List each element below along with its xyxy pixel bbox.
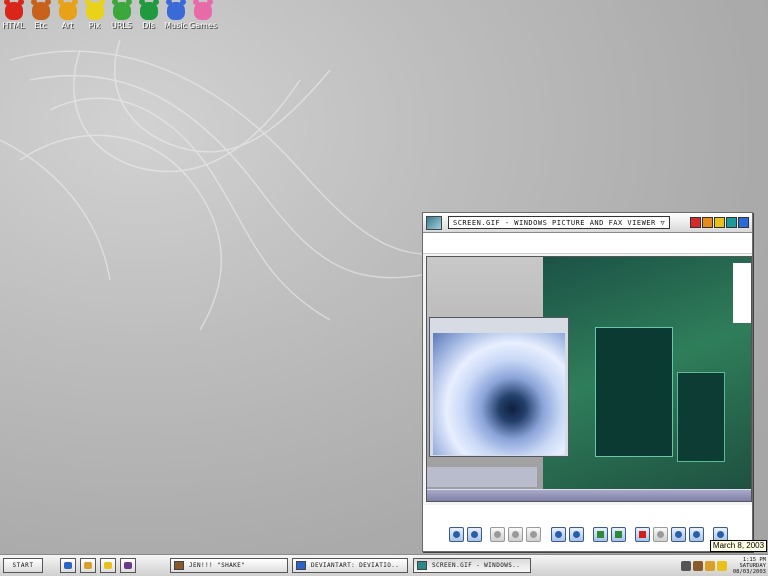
picture-viewer-window: SCREEN.GIF - WINDOWS PICTURE AND FAX VIE… xyxy=(422,212,753,552)
delete-button[interactable] xyxy=(635,527,650,542)
mushroom-icon xyxy=(30,0,51,20)
rotate-counterclockwise-button[interactable] xyxy=(611,527,626,542)
desktop-icon-pix[interactable]: Pix xyxy=(81,0,108,30)
desktop-icon-label: Etc xyxy=(34,21,47,30)
pink-pig-icon xyxy=(192,0,213,20)
screenshot-lower-bar xyxy=(427,467,537,487)
flower-image xyxy=(433,333,565,455)
viewer-toolbar xyxy=(423,505,752,551)
outlook-express-icon[interactable] xyxy=(80,558,96,573)
desktop-icons: HTML Etc Art Pix URLS DIs Music Games xyxy=(0,0,217,30)
screenshot-content-panel xyxy=(595,327,673,457)
desktop-icon-label: Music xyxy=(164,21,187,30)
edit-button[interactable] xyxy=(689,527,704,542)
window-buttons xyxy=(690,217,749,228)
viewer-title-bar[interactable]: SCREEN.GIF - WINDOWS PICTURE AND FAX VIE… xyxy=(423,213,752,233)
start-button[interactable]: START xyxy=(3,558,43,573)
task-label: DEVIANTART: DEVIATIO.. xyxy=(311,562,400,569)
folder-icon xyxy=(174,561,184,570)
green-invader-icon xyxy=(111,0,132,20)
desktop-icon-art[interactable]: Art xyxy=(54,0,81,30)
zoom-in-button[interactable] xyxy=(551,527,566,542)
title-dropdown-icon[interactable]: ▽ xyxy=(660,219,665,227)
screenshot-flower-window xyxy=(429,317,569,457)
internet-explorer-icon[interactable] xyxy=(60,558,76,573)
previous-image-button[interactable] xyxy=(449,527,464,542)
minimize-button[interactable] xyxy=(702,217,713,228)
shade-button[interactable] xyxy=(726,217,737,228)
next-image-button[interactable] xyxy=(467,527,482,542)
taskbar: START JEN!!! "SHAKE" DEVIANTART: DEVIATI… xyxy=(0,554,768,576)
desktop-icon-label: Pix xyxy=(88,21,101,30)
task-label: SCREEN.GIF - WINDOWS.. xyxy=(432,562,521,569)
task-label: JEN!!! "SHAKE" xyxy=(189,562,246,569)
slideshow-button[interactable] xyxy=(526,527,541,542)
actual-size-button[interactable] xyxy=(508,527,523,542)
desktop-icon-games[interactable]: Games xyxy=(189,0,217,30)
monitor-icon[interactable] xyxy=(680,561,691,571)
system-tray: 1:15 PM SATURDAY 08/03/2003 xyxy=(680,557,766,575)
clock-date: 08/03/2003 xyxy=(732,569,766,575)
picture-viewer-icon xyxy=(417,561,427,570)
shield-icon[interactable] xyxy=(704,561,715,571)
zoom-out-button[interactable] xyxy=(569,527,584,542)
desktop-icon-label: Games xyxy=(189,21,217,30)
crown-creature-icon xyxy=(57,0,78,20)
viewer-image xyxy=(426,256,752,502)
taskbar-item-deviantart[interactable]: DEVIANTART: DEVIATIO.. xyxy=(292,558,408,573)
desktop-icon-label: URLS xyxy=(111,21,132,30)
desktop-icon-urls[interactable]: URLS xyxy=(108,0,135,30)
viewer-title: SCREEN.GIF - WINDOWS PICTURE AND FAX VIE… xyxy=(448,216,671,229)
date-tooltip: March 8, 2003 xyxy=(710,540,767,552)
browser-icon xyxy=(296,561,306,570)
desktop-icon-dis[interactable]: DIs xyxy=(135,0,162,30)
screenshot-white-box xyxy=(733,263,751,323)
screenshot-side-panel xyxy=(677,372,725,462)
viewer-app-icon[interactable] xyxy=(426,215,442,230)
best-fit-button[interactable] xyxy=(490,527,505,542)
viewer-title-text: SCREEN.GIF - WINDOWS PICTURE AND FAX VIE… xyxy=(453,219,656,227)
desktop-icon-label: DIs xyxy=(142,21,155,30)
desktop-icon-html[interactable]: HTML xyxy=(0,0,27,30)
alert-icon[interactable] xyxy=(716,561,727,571)
screenshot-taskbar xyxy=(427,489,751,501)
media-icon[interactable] xyxy=(120,558,136,573)
desktop-icon-label: Art xyxy=(61,21,74,30)
clock[interactable]: 1:15 PM SATURDAY 08/03/2003 xyxy=(733,557,766,575)
green-frog-icon xyxy=(138,0,159,20)
copy-to-button[interactable] xyxy=(671,527,686,542)
blue-creature-icon xyxy=(165,0,186,20)
print-button[interactable] xyxy=(653,527,668,542)
close-button[interactable] xyxy=(690,217,701,228)
pencil-icon[interactable] xyxy=(100,558,116,573)
desktop-icon-label: HTML xyxy=(2,21,25,30)
red-bug-icon xyxy=(3,0,24,20)
taskbar-item-screen-gif[interactable]: SCREEN.GIF - WINDOWS.. xyxy=(413,558,531,573)
desktop-icon-etc[interactable]: Etc xyxy=(27,0,54,30)
viewer-menu-strip xyxy=(423,233,752,254)
yellow-creature-icon xyxy=(84,0,105,20)
network-icon[interactable] xyxy=(692,561,703,571)
taskbar-item-jen[interactable]: JEN!!! "SHAKE" xyxy=(170,558,288,573)
rotate-clockwise-button[interactable] xyxy=(593,527,608,542)
menu-button[interactable] xyxy=(738,217,749,228)
desktop-icon-music[interactable]: Music xyxy=(162,0,189,30)
maximize-button[interactable] xyxy=(714,217,725,228)
